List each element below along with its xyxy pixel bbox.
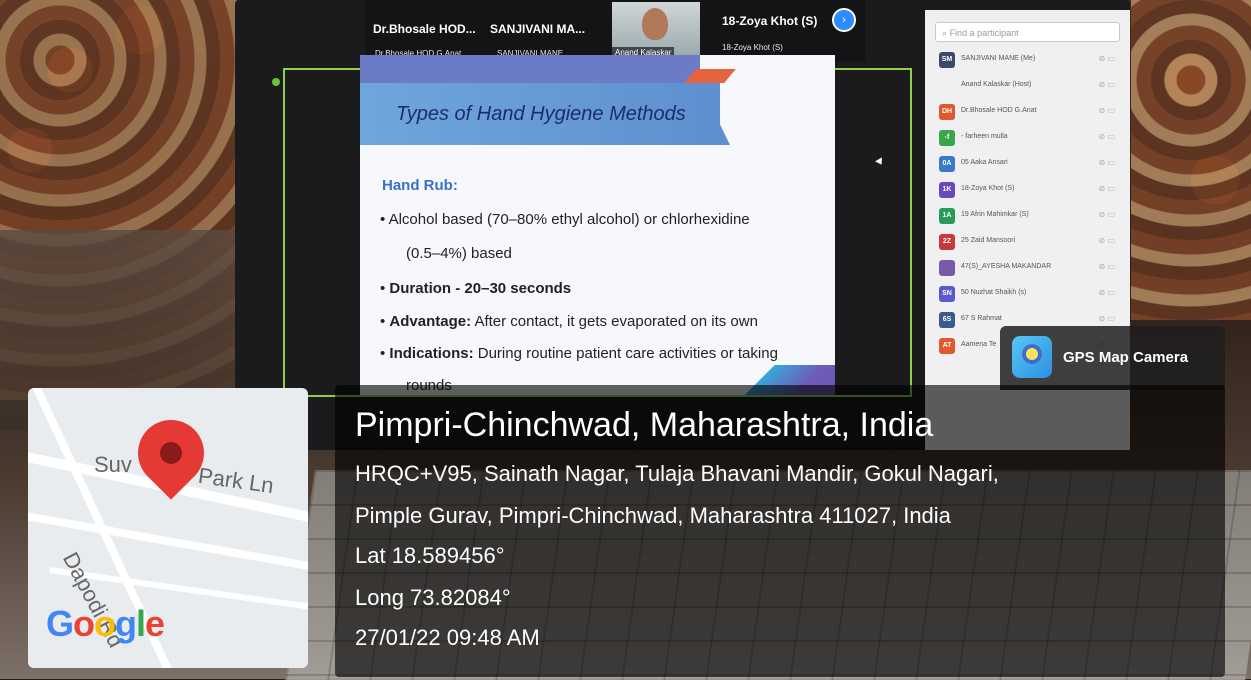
participant-name: Dr.Bhosale HOD G.Anat — [961, 107, 1037, 114]
slide-banner-band — [360, 55, 700, 85]
google-logo-letter: G — [46, 603, 74, 644]
participant-row[interactable]: DH Dr.Bhosale HOD G.Anat ⊘ ▭ — [931, 102, 1127, 122]
bullet-1: • Alcohol based (70–80% ethyl alcohol) o… — [380, 211, 750, 228]
mic-muted-icon: ⊘ ▭ — [1098, 314, 1115, 323]
participant-name: 18-Zoya Khot (S) — [961, 185, 1015, 192]
slide-heading: Hand Rub: — [382, 177, 458, 194]
mic-muted-icon: ⊘ ▭ — [1098, 210, 1115, 219]
tile-name-4: 18-Zoya Khot (S) — [722, 14, 818, 28]
participant-name: Anand Kalaskar (Host) — [961, 81, 1032, 88]
participant-avatar: 6S — [939, 312, 955, 328]
person-face — [642, 8, 668, 40]
participant-avatar: 1K — [939, 182, 955, 198]
map-label-1: Suv — [94, 452, 132, 477]
bullet-2: • Duration - 20–30 seconds — [380, 280, 572, 297]
participant-name: 19 Afrin Mahimkar (S) — [961, 211, 1029, 218]
participant-avatar — [939, 260, 955, 276]
gps-camera-icon — [1012, 336, 1052, 378]
video-tile-camera[interactable]: Anand Kalaskar — [612, 2, 700, 58]
google-logo-letter: l — [136, 603, 146, 644]
participant-row[interactable]: 2Z 25 Zaid Mansoori ⊘ ▭ — [931, 232, 1127, 252]
participant-avatar: 2Z — [939, 234, 955, 250]
participant-row[interactable]: 1K 18-Zoya Khot (S) ⊘ ▭ — [931, 180, 1127, 200]
participant-name: Aamena Te — [961, 341, 997, 348]
participant-name: 50 Nuzhat Shaikh (s) — [961, 289, 1027, 296]
participant-row[interactable]: SM SANJIVANI MANE (Me) ⊘ ▭ — [931, 50, 1127, 70]
search-icon: ⌕ — [942, 28, 948, 38]
tile-name-1: Dr.Bhosale HOD... — [373, 22, 476, 36]
participant-name: SANJIVANI MANE (Me) — [961, 55, 1036, 62]
bullet-text: After contact, it gets evaporated on its… — [471, 313, 758, 330]
bullet-text: During routine patient care activities o… — [473, 345, 778, 362]
participant-avatar: 0A — [939, 156, 955, 172]
participant-name: 25 Zaid Mansoori — [961, 237, 1016, 244]
mic-muted-icon: ⊘ ▭ — [1098, 236, 1115, 245]
mic-muted-icon: ⊘ ▭ — [1098, 106, 1115, 115]
participant-avatar: AT — [939, 338, 955, 354]
bullet-lead: Advantage: — [389, 313, 472, 330]
mic-muted-icon: ⊘ ▭ — [1098, 262, 1115, 271]
participant-avatar: SN — [939, 286, 955, 302]
next-page-icon[interactable]: › — [832, 8, 856, 32]
presentation-slide: Types of Hand Hygiene Methods Hand Rub: … — [360, 55, 835, 395]
latitude: Lat 18.589456° — [355, 543, 505, 568]
slide-title: Types of Hand Hygiene Methods — [396, 103, 686, 125]
participant-name: - farheen mulla — [961, 133, 1008, 140]
mic-muted-icon: ⊘ ▭ — [1098, 288, 1115, 297]
bullet-3: • Advantage: After contact, it gets evap… — [380, 313, 758, 330]
participant-avatar: 1A — [939, 208, 955, 224]
location-pin-center — [160, 442, 182, 464]
participant-row[interactable]: 1A 19 Afrin Mahimkar (S) ⊘ ▭ — [931, 206, 1127, 226]
participant-search-input[interactable]: ⌕ Find a participant — [935, 22, 1120, 42]
google-logo-letter: g — [115, 603, 137, 644]
participant-row[interactable]: 0A 05 Aaka Ansari ⊘ ▭ — [931, 154, 1127, 174]
bullet-lead: Duration - 20–30 seconds — [389, 280, 572, 297]
participant-row[interactable]: Anand Kalaskar (Host) ⊘ ▭ — [931, 76, 1127, 96]
datetime: 27/01/22 09:48 AM — [355, 625, 540, 650]
google-logo-letter: e — [145, 603, 165, 644]
place-name: Pimpri-Chinchwad, Maharashtra, India — [355, 406, 934, 444]
search-placeholder: Find a participant — [949, 28, 1019, 38]
participant-name: 47(S)_AYESHA MAKANDAR — [961, 263, 1052, 270]
bullet-4: • Indications: During routine patient ca… — [380, 345, 778, 362]
participant-avatar: DH — [939, 104, 955, 120]
longitude: Long 73.82084° — [355, 585, 511, 610]
mic-muted-icon: ⊘ ▭ — [1098, 54, 1115, 63]
google-logo-letter: o — [94, 603, 116, 644]
address-line-1: HRQC+V95, Sainath Nagar, Tulaja Bhavani … — [355, 461, 999, 486]
slide-banner-tip — [700, 83, 730, 145]
gps-badge-label: GPS Map Camera — [1063, 349, 1189, 366]
bullet-1-cont: (0.5–4%) based — [406, 245, 512, 262]
participant-row[interactable]: 47(S)_AYESHA MAKANDAR ⊘ ▭ — [931, 258, 1127, 278]
address-line-2: Pimple Gurav, Pimpri-Chinchwad, Maharash… — [355, 503, 951, 528]
bullet-text: (0.5–4%) based — [406, 245, 512, 262]
tile-sub-4: 18-Zoya Khot (S) — [722, 43, 783, 52]
share-indicator-icon — [272, 78, 280, 86]
participant-avatar: -f — [939, 130, 955, 146]
participant-name: 05 Aaka Ansari — [961, 159, 1008, 166]
mic-muted-icon: ⊘ ▭ — [1098, 80, 1115, 89]
bullet-lead: Indications: — [389, 345, 474, 362]
participant-name: 67 S Rahmat — [961, 315, 1002, 322]
participant-row[interactable]: -f - farheen mulla ⊘ ▭ — [931, 128, 1127, 148]
participant-avatar — [939, 78, 955, 94]
participant-avatar: SM — [939, 52, 955, 68]
mic-muted-icon: ⊘ ▭ — [1098, 132, 1115, 141]
mic-muted-icon: ⊘ ▭ — [1098, 184, 1115, 193]
participant-row[interactable]: SN 50 Nuzhat Shaikh (s) ⊘ ▭ — [931, 284, 1127, 304]
sofa-cushion-right — [1131, 0, 1251, 320]
mic-muted-icon: ⊘ ▭ — [1098, 158, 1115, 167]
tile-name-2: SANJIVANI MA... — [490, 22, 586, 36]
google-logo: Google — [46, 603, 165, 645]
google-logo-letter: o — [73, 603, 95, 644]
bullet-text: Alcohol based (70–80% ethyl alcohol) or … — [388, 211, 750, 228]
